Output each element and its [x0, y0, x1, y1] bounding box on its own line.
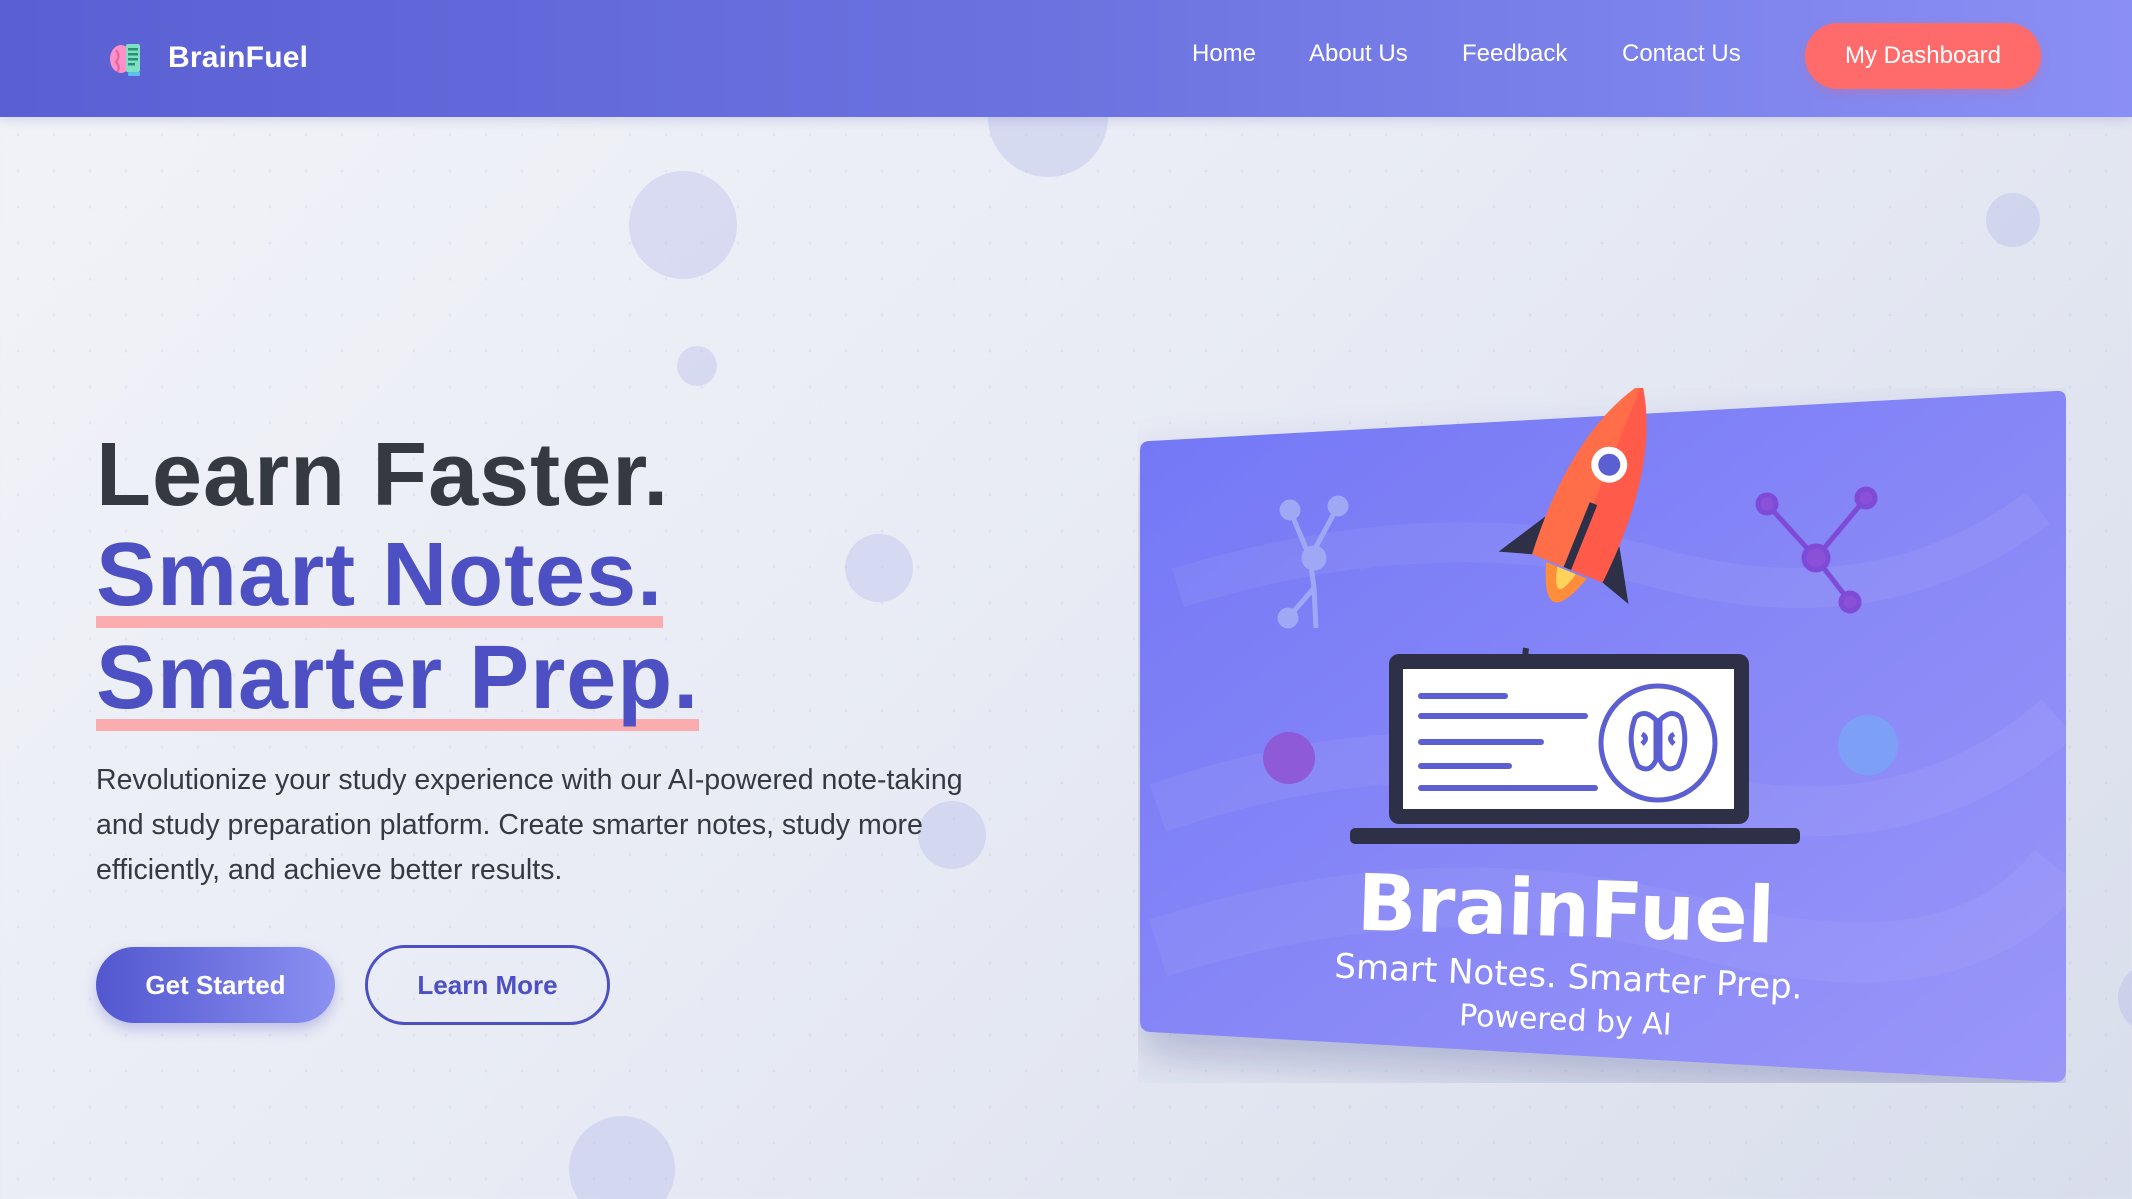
decorative-dot	[1263, 732, 1315, 784]
my-dashboard-button[interactable]: My Dashboard	[1805, 23, 2041, 89]
decorative-dot	[1838, 715, 1898, 775]
nav-link-about-us[interactable]: About Us	[1309, 40, 1408, 68]
nav-link-contact-us[interactable]: Contact Us	[1622, 40, 1741, 68]
brand-name: BrainFuel	[168, 41, 309, 74]
nav-link-home[interactable]: Home	[1192, 40, 1256, 68]
hero-title-line-3: Smarter Prep.	[96, 628, 996, 731]
learn-more-button[interactable]: Learn More	[365, 945, 610, 1025]
hero-title-line-2-text: Smart Notes.	[96, 530, 664, 628]
decorative-bubble	[629, 171, 737, 279]
top-navbar: BrainFuel Home About Us Feedback Contact…	[0, 0, 2132, 117]
brand-logo-link[interactable]: BrainFuel	[104, 34, 308, 82]
hero-title: Learn Faster. Smart Notes. Smarter Prep.	[96, 425, 996, 731]
decorative-bubble	[1986, 193, 2040, 247]
decorative-bubble	[677, 346, 717, 386]
hero-title-line-1: Learn Faster.	[96, 425, 670, 525]
laptop-icon	[1350, 654, 1800, 844]
illustration-title: BrainFuel	[1356, 858, 1776, 961]
hero-title-line-3-text: Smarter Prep.	[96, 633, 700, 731]
hero-title-line-2: Smart Notes.	[96, 525, 996, 628]
hero-description: Revolutionize your study experience with…	[96, 764, 963, 886]
nav-link-feedback[interactable]: Feedback	[1462, 40, 1567, 68]
hero-illustration: BrainFuel Smart Notes. Smarter Prep. Pow…	[1138, 388, 2066, 1083]
brain-icon	[110, 44, 140, 76]
get-started-button[interactable]: Get Started	[96, 947, 335, 1023]
